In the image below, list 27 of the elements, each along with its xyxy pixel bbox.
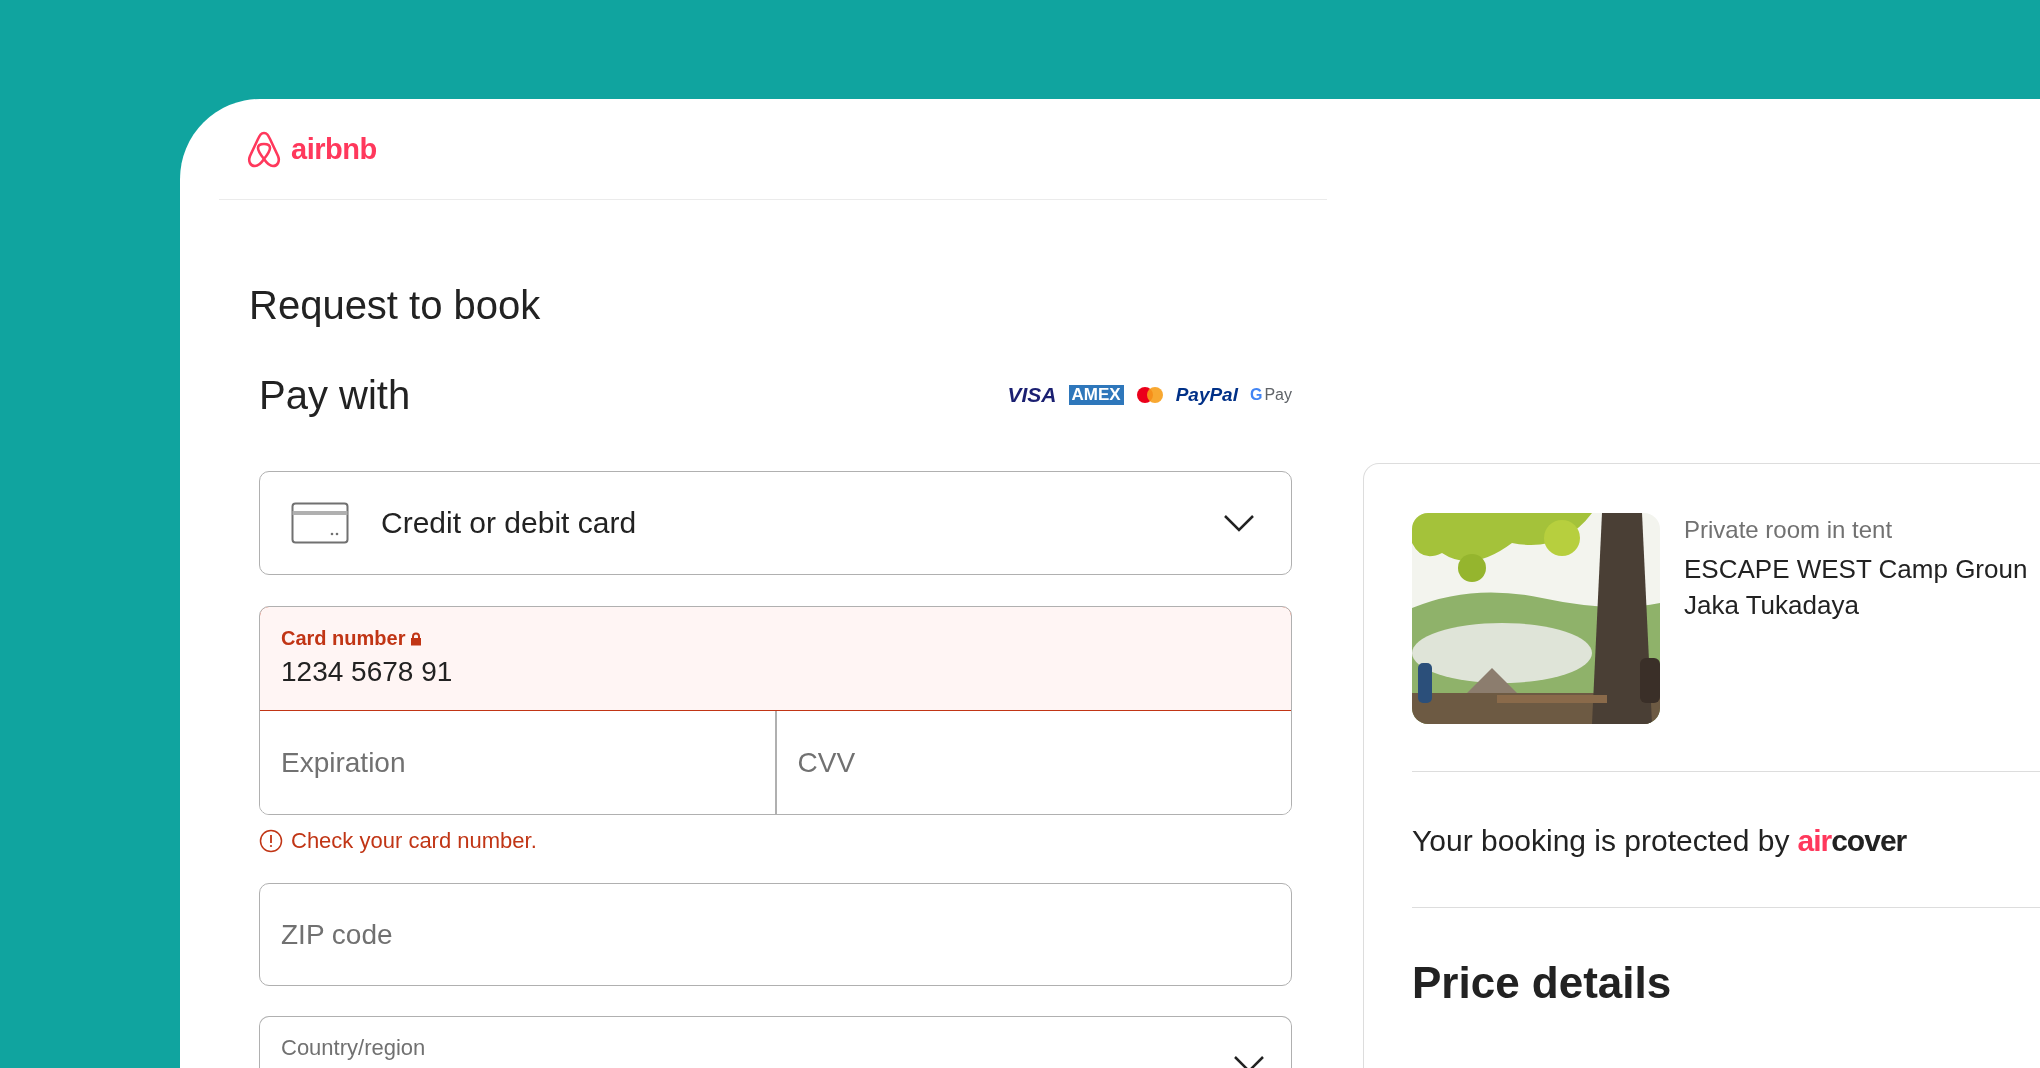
credit-card-icon bbox=[291, 502, 349, 544]
overlapping-circles-icon bbox=[1135, 386, 1164, 404]
cvv-field[interactable]: CVV bbox=[774, 711, 1291, 814]
protection-text: Your booking is protected by bbox=[1412, 823, 1790, 859]
paypal-logo: PayPal bbox=[1175, 384, 1238, 406]
lock-icon bbox=[410, 631, 423, 646]
chevron-down-icon bbox=[1233, 1055, 1265, 1068]
country-dropdown[interactable]: Country/region bbox=[259, 1016, 1292, 1068]
error-icon bbox=[259, 829, 283, 853]
aircover-logo: aircover bbox=[1797, 823, 1907, 859]
payment-method-dropdown[interactable]: Credit or debit card bbox=[259, 471, 1292, 575]
section-heading: Pay with bbox=[259, 372, 411, 419]
error-message: Check your card number. bbox=[291, 827, 537, 855]
gpay-logo: GPay bbox=[1249, 386, 1292, 404]
card-number-field[interactable]: 1234 5678 91 bbox=[281, 656, 881, 688]
logo-icon bbox=[245, 129, 283, 169]
listing-type: Private room in tent bbox=[1684, 515, 1894, 545]
field-label: Card number bbox=[281, 627, 406, 650]
listing-title: ESCAPE WEST Camp Groun bbox=[1684, 553, 2028, 586]
amex-logo: AMEX bbox=[1068, 385, 1124, 405]
zip-code-field[interactable]: ZIP code bbox=[259, 883, 1292, 986]
page-title: Request to book bbox=[249, 282, 542, 329]
section-heading: Price details bbox=[1412, 957, 1673, 1009]
listing-title: Jaka Tukadaya bbox=[1684, 589, 1860, 622]
chevron-down-icon bbox=[1223, 514, 1255, 532]
logo-text: airbnb bbox=[291, 132, 377, 166]
visa-logo: VISA bbox=[1007, 383, 1057, 407]
